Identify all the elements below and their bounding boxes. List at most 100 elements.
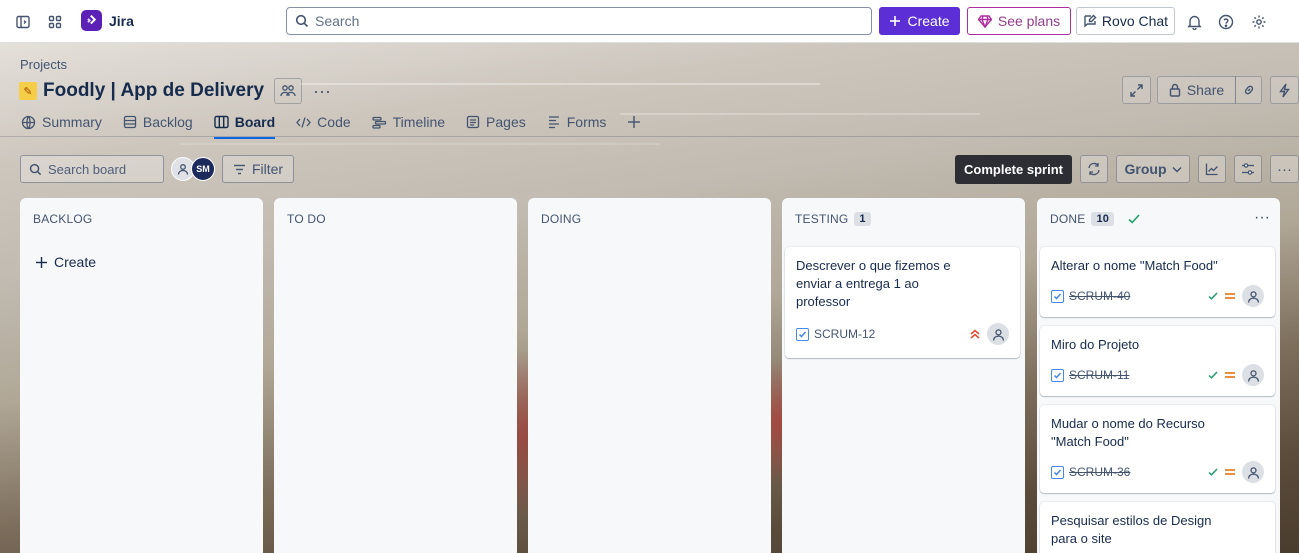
tab-timeline[interactable]: Timeline — [371, 112, 446, 132]
column-title: TESTING — [795, 212, 849, 226]
assignee-avatar[interactable] — [1242, 364, 1264, 386]
share-label: Share — [1186, 82, 1225, 98]
lock-icon — [1169, 83, 1181, 97]
tab-backlog[interactable]: Backlog — [123, 112, 193, 132]
column-todo: TO DO — [274, 198, 517, 553]
issue-key-label: SCRUM-40 — [1069, 289, 1131, 303]
board-search-input[interactable] — [48, 161, 163, 177]
issue-card[interactable]: Alterar o nome "Match Food" SCRUM-40 — [1040, 247, 1275, 317]
assignee-avatar[interactable] — [987, 323, 1009, 345]
see-plans-button[interactable]: See plans — [967, 7, 1071, 35]
tab-forms[interactable]: Forms — [547, 112, 606, 132]
gem-icon — [977, 14, 992, 28]
issue-key: SCRUM-12 — [796, 327, 875, 341]
board-search[interactable] — [20, 155, 164, 183]
task-checkbox-icon — [1051, 289, 1064, 303]
priority-high-icon — [969, 329, 981, 339]
create-button-label: Create — [907, 13, 950, 29]
automation-button[interactable] — [1270, 76, 1299, 104]
issue-card[interactable]: Mudar o nome do Recurso "Match Food" SCR… — [1040, 405, 1275, 493]
column-doing: DOING — [528, 198, 771, 553]
plus-icon — [889, 15, 901, 27]
project-avatar-icon: ✎ — [19, 82, 37, 100]
priority-medium-icon — [1224, 292, 1236, 300]
issue-card[interactable]: Pesquisar estilos de Design para o site — [1040, 502, 1275, 553]
column-more-icon[interactable]: ··· — [1254, 209, 1270, 227]
refresh-icon — [1087, 162, 1101, 176]
tab-timeline-label: Timeline — [392, 114, 446, 130]
project-header: ✎ Foodly | App de Delivery ··· — [19, 78, 336, 104]
plus-icon — [35, 256, 48, 269]
tab-pages[interactable]: Pages — [466, 112, 526, 132]
group-dropdown[interactable]: Group — [1116, 155, 1190, 183]
app-switcher-icon[interactable] — [43, 10, 67, 34]
search-icon — [29, 163, 42, 176]
issue-summary: Descrever o que fizemos e enviar a entre… — [796, 258, 951, 309]
create-button[interactable]: Create — [879, 7, 960, 35]
complete-sprint-button[interactable]: Complete sprint — [955, 155, 1072, 184]
sprint-sync-button[interactable] — [1080, 155, 1108, 183]
chevron-down-icon — [1171, 166, 1182, 173]
board-more-button[interactable]: ··· — [1270, 155, 1299, 183]
column-done: DONE 10 ··· Alterar o nome "Match Food" … — [1037, 198, 1280, 553]
add-tab-button[interactable] — [627, 112, 641, 132]
team-icon[interactable] — [274, 78, 303, 104]
tab-summary[interactable]: Summary — [21, 112, 102, 132]
done-check-icon — [1208, 468, 1218, 476]
chart-icon — [1205, 162, 1219, 176]
issue-card[interactable]: Descrever o que fizemos e enviar a entre… — [785, 247, 1020, 358]
more-options-icon: ··· — [1277, 160, 1292, 178]
avatar-user[interactable]: SM — [191, 157, 215, 181]
column-header: TO DO — [287, 212, 326, 226]
global-search[interactable] — [286, 7, 872, 35]
column-header: TESTING 1 — [795, 212, 871, 226]
issue-summary: Miro do Projeto — [1051, 337, 1140, 352]
issue-card-footer: SCRUM-12 — [796, 323, 1009, 345]
filter-button[interactable]: Filter — [222, 155, 294, 183]
insights-button[interactable] — [1198, 155, 1226, 183]
view-settings-button[interactable] — [1234, 155, 1262, 183]
task-checkbox-icon — [1051, 465, 1064, 479]
help-icon[interactable] — [1214, 10, 1238, 34]
issue-card-footer: SCRUM-11 — [1051, 364, 1264, 386]
issue-card-footer: SCRUM-40 — [1051, 285, 1264, 307]
copy-link-button[interactable] — [1235, 76, 1262, 104]
jira-logo-icon — [81, 10, 102, 31]
priority-medium-icon — [1224, 371, 1236, 379]
issue-summary: Alterar o nome "Match Food" — [1051, 258, 1218, 273]
fullscreen-button[interactable] — [1122, 76, 1151, 104]
issue-card[interactable]: Miro do Projeto SCRUM-11 — [1040, 326, 1275, 396]
app-name: Jira — [109, 12, 134, 29]
search-input[interactable] — [315, 13, 871, 29]
issue-key: SCRUM-11 — [1051, 368, 1129, 382]
issue-key-label: SCRUM-12 — [814, 327, 876, 341]
create-issue-button[interactable]: Create — [35, 254, 96, 270]
issue-key-label: SCRUM-36 — [1069, 465, 1131, 479]
column-backlog: BACKLOG Create — [20, 198, 263, 553]
more-options-icon[interactable]: ··· — [308, 78, 336, 104]
assignee-avatar[interactable] — [1242, 285, 1264, 307]
search-icon — [295, 14, 309, 28]
issue-summary: Pesquisar estilos de Design para o site — [1051, 513, 1212, 546]
lightning-icon — [1279, 83, 1290, 98]
link-icon — [1242, 83, 1256, 97]
jira-logo[interactable]: Jira — [81, 10, 134, 31]
rovo-chat-button[interactable]: Rovo Chat — [1076, 7, 1175, 35]
issue-key-label: SCRUM-11 — [1069, 368, 1130, 382]
notifications-bell-icon[interactable] — [1182, 10, 1206, 34]
code-icon — [296, 116, 312, 129]
settings-gear-icon[interactable] — [1247, 10, 1271, 34]
breadcrumb-projects[interactable]: Projects — [20, 57, 67, 72]
rovo-chat-label: Rovo Chat — [1101, 13, 1169, 29]
issue-card-footer: SCRUM-36 — [1051, 461, 1264, 483]
tab-code[interactable]: Code — [296, 112, 351, 132]
tab-backlog-label: Backlog — [142, 114, 193, 130]
forms-icon — [547, 115, 561, 129]
project-title: Foodly | App de Delivery — [43, 80, 265, 101]
sidebar-toggle-icon[interactable] — [11, 10, 35, 34]
assignee-avatar[interactable] — [1242, 461, 1264, 483]
board-icon — [214, 115, 229, 129]
share-button[interactable]: Share — [1157, 76, 1236, 104]
tab-board[interactable]: Board — [213, 112, 276, 139]
plus-icon — [627, 115, 641, 129]
